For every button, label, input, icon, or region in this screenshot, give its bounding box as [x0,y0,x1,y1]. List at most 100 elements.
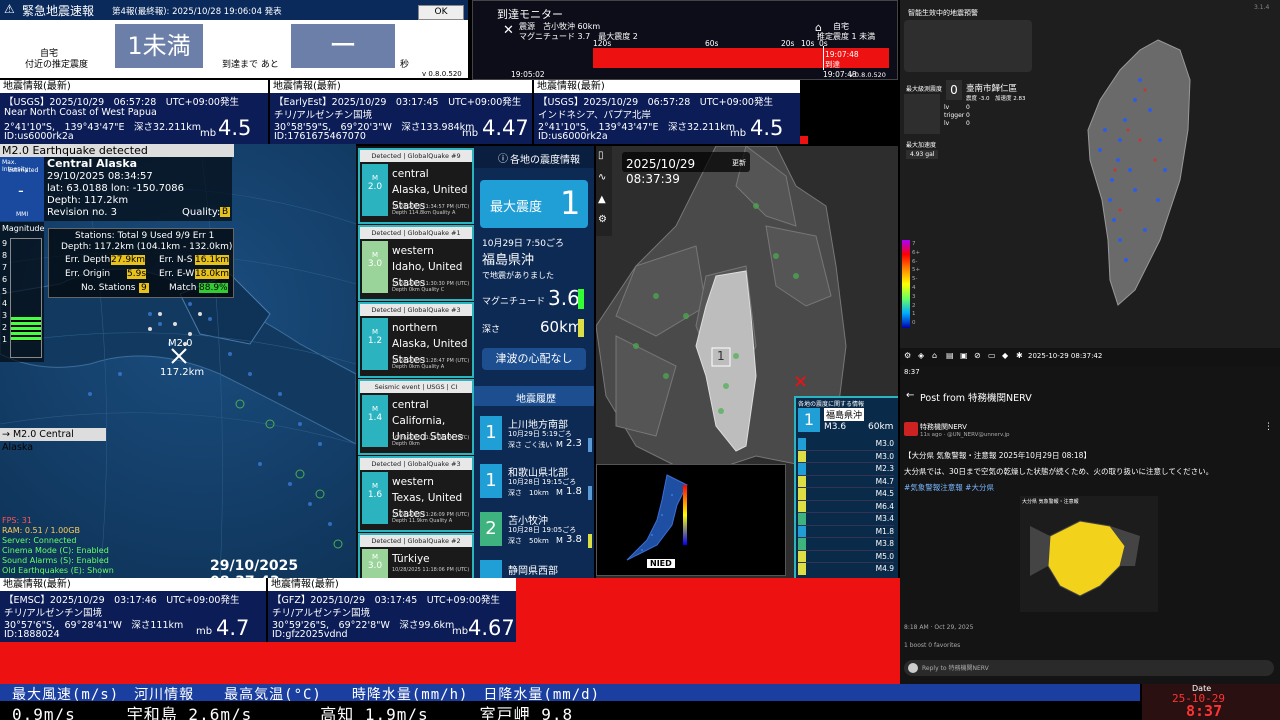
err-depth-value: 27.9km [111,255,146,265]
quake-id: ID:1761675467070 [274,131,366,142]
eq-list-mag: M3.8 [875,539,894,548]
history-mag-bar [588,438,592,452]
chart-icon[interactable]: ▤ [946,351,954,360]
detection-card[interactable]: Detected | GlobalQuake #3 M 1.6 western T… [358,456,474,532]
mag-label: マグニチュード [482,297,546,307]
eq-list-row[interactable]: M3.0 [798,438,894,451]
detection-num: #2 [451,537,461,545]
taiwan-lv2-label: lv [944,120,950,127]
folder-icon[interactable]: ▭ [988,351,996,360]
depth-range: Depth: 117.2km (104.1km - 132.0km) [61,242,233,252]
history-item[interactable]: 1 上川地方南部 10月29日 5:19ごろ 深さ ごく浅い M 2.3 [478,412,592,456]
gear-icon[interactable]: ⚙ [904,351,911,360]
detection-sub: Depth 0km Quality C [392,287,445,293]
taiwan-lv2-value: 0 [966,120,970,127]
japan-map[interactable]: 2025/10/29 08:37:39 更新 1 ▯ ∿ ▲ ⚙ NIED ✕ … [596,146,898,578]
estimated-label: Estimated [8,167,39,174]
eq-list-row[interactable]: M3.4 [798,513,894,526]
quake-mb: mb [452,626,469,637]
eew-panel: ⚠ 緊急地震速報 第4報(最終報): 2025/10/28 19:06:04 発… [0,0,468,80]
quake-info-header: 地震情報(最新) [270,80,532,93]
wave-icon[interactable]: ∿ [598,172,606,183]
gear-icon[interactable]: ⚙ [598,214,607,225]
history-mag: 2.3 [566,438,582,449]
eq-info-panel: 各地の震度に関する情報 1 福島県沖 M3.6 60km M3.0 M3.0 M… [794,396,898,578]
tw-scale-7: 7 [912,241,916,247]
mag-bar [578,289,584,309]
eq-list-row[interactable]: M2.3 [798,463,894,476]
quake-id: ID:gfz2025vdnd [272,629,348,640]
eew-title: 緊急地震速報 [22,4,95,18]
detection-card[interactable]: Detected | GlobalQuake #3 M 1.2 northern … [358,302,474,378]
history-item[interactable]: 1 和歌山県北部 10月28日 19:15ごろ 深さ 10km M 1.8 [478,460,592,504]
archive-icon[interactable]: ▣ [960,351,968,360]
detection-m: M [371,328,379,336]
red-strip-top [800,136,808,144]
taiwan-trigger-value: 0 [966,112,970,119]
history-intensity: 2 [480,512,502,546]
detection-num: #3 [451,460,461,468]
back-arrow-icon[interactable]: ← [906,390,914,401]
detection-mag-value: 1.4 [367,413,383,423]
history-date: 10月29日 5:19ごろ [508,430,572,438]
quake-info-header: 地震情報(最新) [0,80,268,93]
globe-view[interactable]: M2.0 Earthquake detected Max. Intensity … [0,144,356,578]
eq-list-row[interactable]: M4.9 [798,563,894,575]
post-image[interactable]: 大分県 気象警報・注意報 [1020,496,1158,612]
bug-icon[interactable]: ✱ [1016,351,1023,360]
tick-20: 20s [781,39,795,48]
close-icon[interactable]: ✕ [503,23,514,38]
history-depth: 深さ 10km [508,489,549,497]
more-icon[interactable]: ⋮ [1264,422,1273,432]
quake-mb: mb [462,128,479,139]
detection-card[interactable]: Detected | GlobalQuake #2 M 3.0 Türkiye 1… [358,533,474,582]
no-stations-label: No. Stations [81,283,136,293]
avatar[interactable] [904,422,918,436]
detection-num: #1 [451,229,461,237]
history-item[interactable]: 静岡県西部 [478,556,592,578]
scale-3: 3 [2,311,8,320]
detection-num: #3 [451,306,461,314]
err-ew-label: Err. E-W [159,269,195,279]
detection-time: 10/28/2025 11:26:35 PM (UTC) Depth 0km [392,435,469,447]
detection-card[interactable]: Detected | GlobalQuake #1 M 3.0 western I… [358,225,474,301]
post-tags[interactable]: #気象警報注意報 #大分県 [904,482,994,493]
detection-sub: Depth 11.9km Quality A [392,518,453,524]
event-region: Central Alaska [47,157,138,170]
detection-mag: M 3.0 [362,241,388,293]
home-icon[interactable]: ⌂ [932,351,937,360]
detection-card[interactable]: Detected | GlobalQuake #9 M 2.0 central A… [358,148,474,224]
history-item[interactable]: 2 苫小牧沖 10月28日 19:05ごろ 深さ 50km M 3.8 [478,508,592,552]
detection-card[interactable]: Seismic event | USGS | CI M 1.4 central C… [358,379,474,455]
map-datetime-bar: 2025/10/29 08:37:39 更新 [622,152,750,186]
eq-list-row[interactable]: M3.8 [798,538,894,551]
alert-icon[interactable]: ▲ [598,194,606,205]
ok-button[interactable]: OK [418,5,464,20]
eq-list-row[interactable]: M1.8 [798,525,894,538]
location-icon[interactable]: ◈ [918,351,924,360]
taiwan-gauge [904,94,940,134]
eew-header: ⚠ 緊急地震速報 第4報(最終報): 2025/10/28 19:06:04 発… [0,0,468,20]
quake-id: ID:us6000rk2a [538,131,608,142]
detection-mag: M 1.2 [362,318,388,370]
reply-field[interactable]: Reply to 特務機関NERV [904,660,1274,676]
account-name[interactable]: 特務機関NERV [920,422,967,432]
detection-time: 10/28/2025 11:34:57 PM (UTC) Depth 114.8k… [392,204,469,216]
taiwan-max-label: 最大級測震度 [906,86,943,93]
history-intensity-value: 1 [485,422,497,443]
eq-list-row[interactable]: M5.0 [798,550,894,563]
event-tag[interactable]: → M2.0 Central Alaska [0,428,106,453]
eq-list-row[interactable]: M6.4 [798,500,894,513]
eq-list-row[interactable]: M3.0 [798,450,894,463]
eq-panel-intensity: 1 [798,408,820,432]
tag-icon[interactable]: ◆ [1002,351,1008,360]
seismic-title: 各地の震度情報 [510,155,580,166]
depth-value: 60km [540,318,583,336]
taiwan-version: 3.1.4 [1254,4,1270,11]
link-icon[interactable]: ⊘ [974,351,981,360]
close-icon[interactable]: ✕ [793,372,808,393]
detection-mag: M 3.0 [362,549,388,579]
eq-list-row[interactable]: M4.7 [798,475,894,488]
eq-list-row[interactable]: M4.5 [798,488,894,501]
phone-icon[interactable]: ▯ [598,150,604,161]
